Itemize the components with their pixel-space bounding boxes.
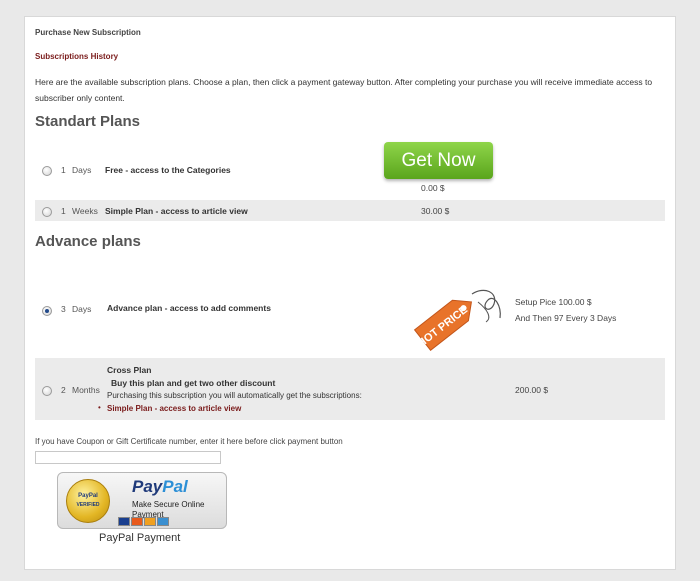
included-plan-link[interactable]: Simple Plan - access to article view xyxy=(107,404,241,413)
coupon-input[interactable] xyxy=(35,451,221,464)
advance-plans-title: Advance plans xyxy=(35,233,141,250)
coupon-label: If you have Coupon or Gift Certificate n… xyxy=(35,437,343,446)
card-logos xyxy=(118,513,170,531)
discover-card-icon xyxy=(144,517,156,526)
setup-price: Setup Pice 100.00 $ xyxy=(515,297,592,307)
hot-price-tag-icon: HOT PRICE xyxy=(413,289,501,352)
plan-unit: Weeks xyxy=(72,206,98,216)
standard-plans-title: Standart Plans xyxy=(35,113,141,130)
plan-unit: Days xyxy=(72,165,92,175)
mastercard-icon xyxy=(131,517,143,526)
plan-radio-4[interactable] xyxy=(42,386,52,396)
seal-bottom-text: VERIFIED xyxy=(76,502,100,508)
plan-radio-3[interactable] xyxy=(42,306,52,316)
logo-pay: Pay xyxy=(132,477,163,496)
paypal-button[interactable]: PayPal VERIFIED PayPal Make Secure Onlin… xyxy=(57,472,227,529)
intro-text: Here are the available subscription plan… xyxy=(35,77,653,103)
visa-card-icon xyxy=(118,517,130,526)
get-now-button[interactable]: Get Now xyxy=(384,142,493,179)
plan-duration: 1 xyxy=(61,165,66,175)
plan-description: Purchasing this subscription you will au… xyxy=(107,391,362,400)
subscriptions-history-link[interactable]: Subscriptions History xyxy=(35,52,118,61)
amex-card-icon xyxy=(157,517,169,526)
plan-name: Simple Plan - access to article view xyxy=(105,206,248,216)
paypal-payment-caption: PayPal Payment xyxy=(99,532,181,544)
plan-unit: Days xyxy=(72,304,92,314)
plan-price: 0.00 $ xyxy=(421,183,445,193)
plan-price: 30.00 $ xyxy=(421,206,450,216)
bullet-icon: • xyxy=(98,403,101,412)
paypal-verified-seal-icon: PayPal VERIFIED xyxy=(66,479,110,523)
plan-duration: 2 xyxy=(61,385,66,395)
plan-duration: 3 xyxy=(61,304,66,314)
plan-radio-2[interactable] xyxy=(42,207,52,217)
plan-radio-1[interactable] xyxy=(42,166,52,176)
plan-duration: 1 xyxy=(61,206,66,216)
paypal-logo: PayPal xyxy=(132,477,188,497)
recurring-price: And Then 97 Every 3 Days xyxy=(515,313,617,323)
plan-unit: Months xyxy=(72,385,100,395)
plan-price: 200.00 $ xyxy=(515,385,549,395)
plan-name: Cross Plan xyxy=(107,365,152,375)
plan-subtitle: Buy this plan and get two other discount xyxy=(111,378,276,388)
seal-top-text: PayPal xyxy=(78,493,98,499)
page-title: Purchase New Subscription xyxy=(35,28,141,37)
plan-name: Free - access to the Categories xyxy=(105,165,231,175)
logo-pal: Pal xyxy=(162,477,188,496)
plan-name: Advance plan - access to add comments xyxy=(107,303,271,313)
